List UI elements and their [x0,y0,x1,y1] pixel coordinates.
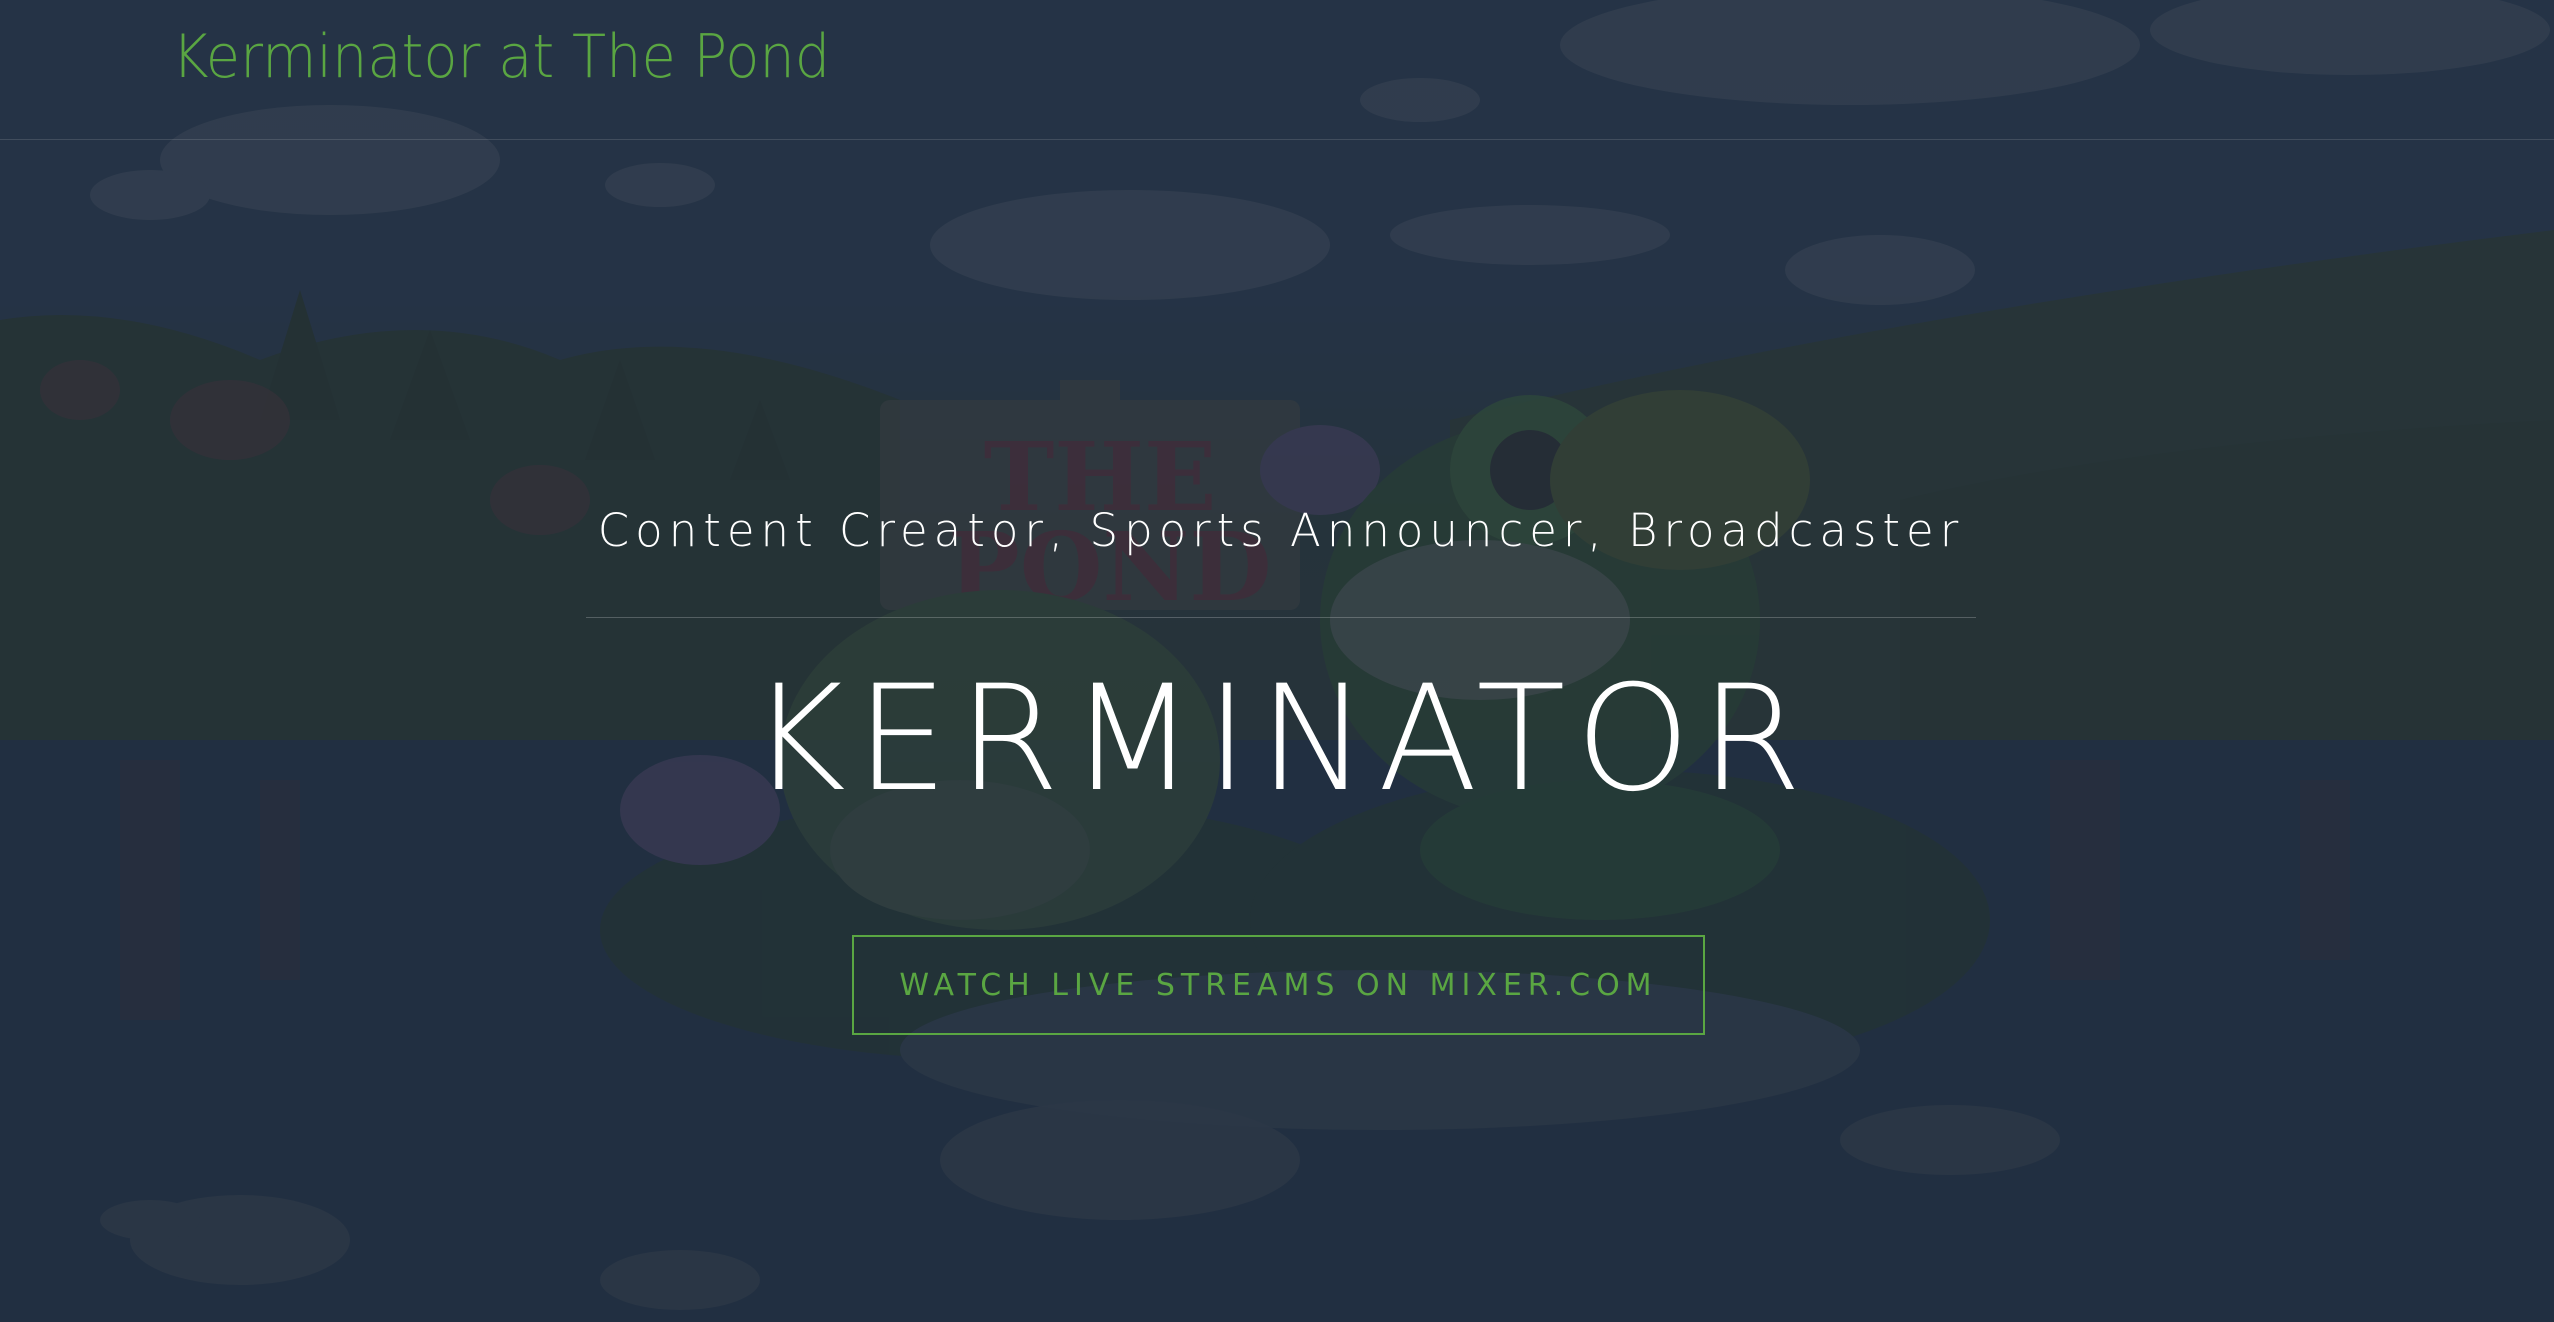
site-header: Kerminator at The Pond [0,0,2554,140]
hero-divider [586,617,1976,618]
hero-section: Content Creator, Sports Announcer, Broad… [586,480,1976,1060]
site-title-link[interactable]: Kerminator at The Pond [172,22,830,92]
watch-streams-button[interactable]: WATCH LIVE STREAMS ON MIXER.COM [852,935,1705,1035]
page: THE POND Kerminator at The Pond Content … [0,0,2554,1322]
hero-heading: KERMINATOR [750,654,1812,824]
hero-tagline: Content Creator, Sports Announcer, Broad… [597,504,1965,557]
